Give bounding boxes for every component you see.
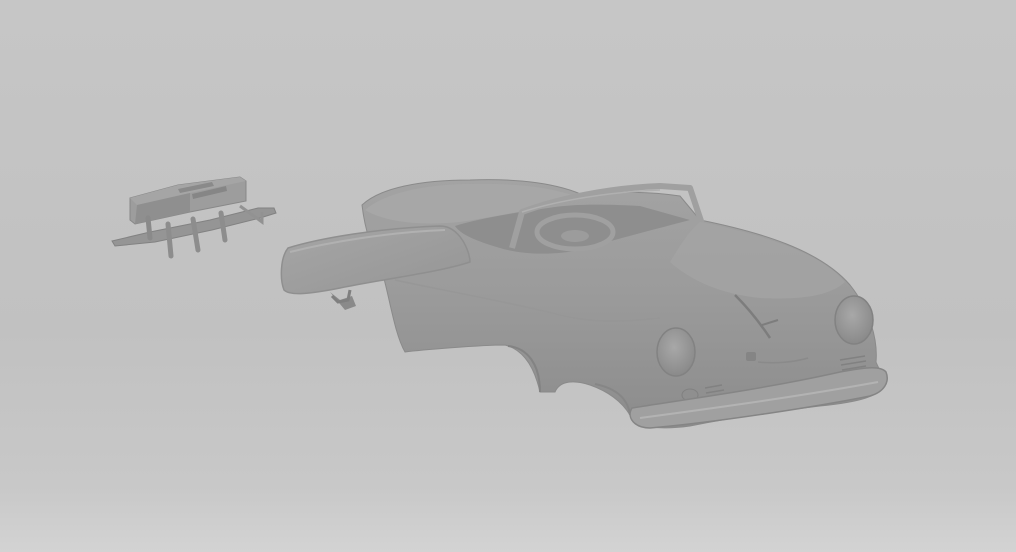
speedster-body[interactable]: [330, 179, 888, 429]
3d-viewport[interactable]: [0, 0, 1016, 552]
luggage-rack[interactable]: [111, 176, 277, 259]
model-render: [111, 176, 888, 429]
